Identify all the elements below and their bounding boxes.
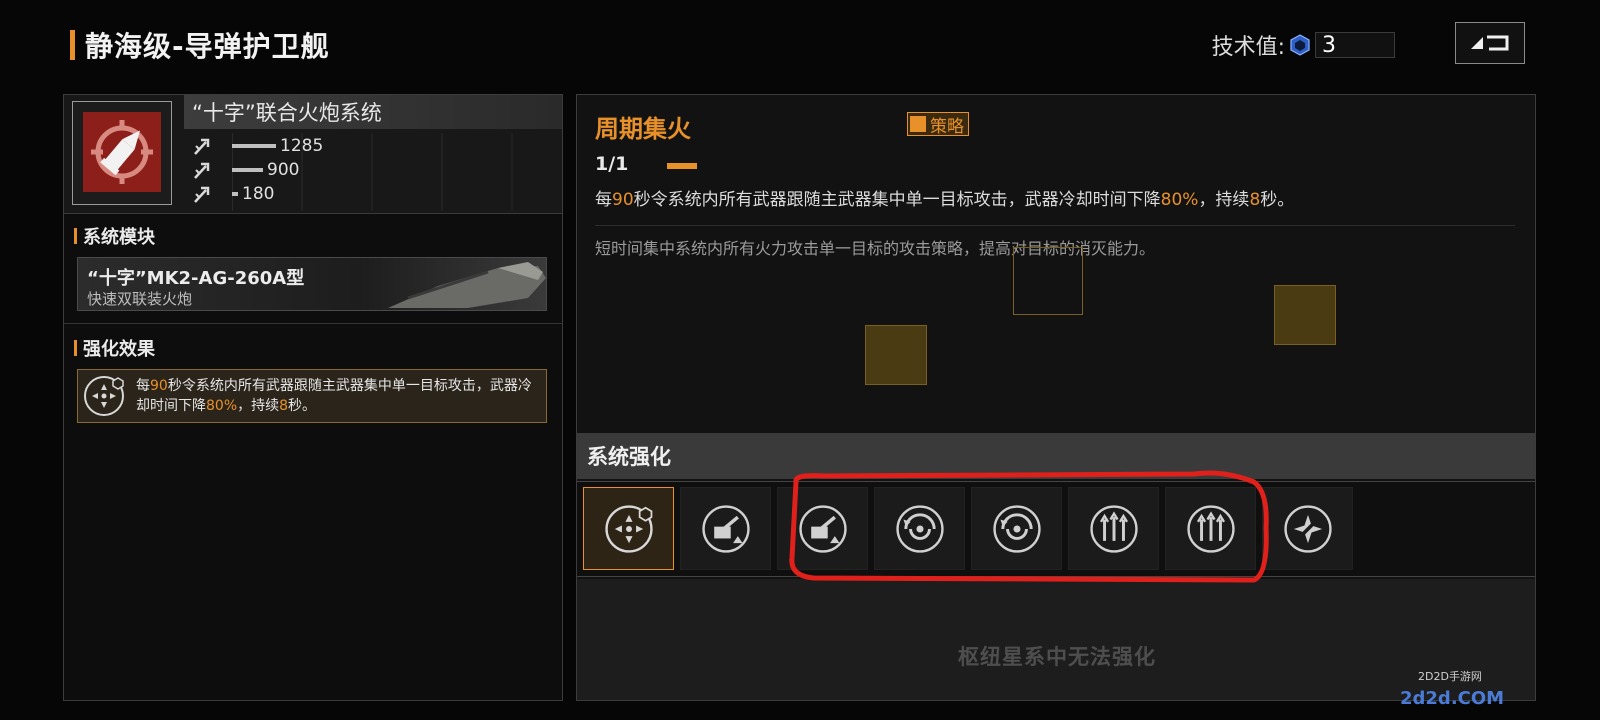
stat-row-2: 900 [192,159,299,181]
strike-icon [194,186,210,203]
skill-level-bar [667,163,697,169]
effect-section-label: 强化效果 [83,339,155,360]
locked-message: 枢纽星系中无法强化 [958,645,1156,669]
stat-bar [232,168,263,172]
cannon-upgrade-icon [701,504,750,553]
enhance-slot-1[interactable] [583,487,674,570]
strike-icon [194,138,210,155]
enhance-effect-card: 每90秒令系统内所有武器跟随主武器集中单一目标攻击，武器冷却时间下降80%，持续… [77,369,547,423]
skill-level: 1/1 [595,153,629,175]
enhance-slot-8[interactable] [1262,487,1353,570]
strike-icon [194,162,210,179]
skill-divider [595,225,1515,226]
module-name: “十字”MK2-AG-260A型 [87,268,305,289]
tech-point-icon [1290,34,1310,56]
stat-bar [232,192,238,196]
enhance-section-title: 系统强化 [587,445,671,469]
red-annotation-outline [789,470,1269,583]
module-section-title: 系统模块 [74,223,155,249]
locked-area [577,579,1535,700]
enhance-slot-2[interactable] [680,487,771,570]
stat-bar [232,144,276,148]
back-arrow-icon [1471,35,1509,51]
effect-description: 每90秒令系统内所有武器跟随主武器集中单一目标攻击，武器冷却时间下降80%，持续… [136,378,532,414]
decorative-square [1274,285,1336,345]
skill-detail-panel: 周期集火 策略 1/1 每90秒令系统内所有武器跟随主武器集中单一目标攻击，武器… [576,94,1536,701]
title-accent-bar [70,30,75,60]
skill-effect-text: 每90秒令系统内所有武器跟随主武器集中单一目标攻击，武器冷却时间下降80%，持续… [595,190,1295,210]
section-tick [74,228,77,244]
module-section-label: 系统模块 [83,227,155,248]
weapon-info-panel: “十字”联合火炮系统 1285 900 180 系统模块 “十字”MK2-AG-… [63,94,563,701]
cannon-turret-image [388,262,546,308]
weapon-card: “十字”联合火炮系统 1285 900 180 [64,95,562,214]
focus-fire-icon [604,504,653,553]
stat-row-1: 1285 [192,135,323,157]
stat-value: 180 [242,184,275,204]
system-module-card[interactable]: “十字”MK2-AG-260A型 快速双联装火炮 [77,257,547,311]
stat-value: 900 [267,160,300,180]
watermark-logo: 2d2d.COM [1400,688,1505,709]
title-bar: 静海级-导弹护卫舰 [70,28,330,63]
module-description: 快速双联装火炮 [87,290,193,308]
weapon-name: “十字”联合火炮系统 [192,101,382,125]
skill-type-badge: 策略 [907,112,969,137]
page-title: 静海级-导弹护卫舰 [85,30,330,63]
stat-row-3: 180 [192,183,274,205]
tech-value: 3 [1322,32,1336,58]
focus-fire-icon [84,376,124,416]
watermark-text: 2D2D手游网 [1418,670,1482,683]
tech-value-box: 3 [1315,32,1395,58]
weapon-name-bar: “十字”联合火炮系统 [184,95,562,129]
section-tick [74,340,77,356]
stat-value: 1285 [280,136,324,156]
weapon-icon-frame[interactable] [72,101,172,205]
skill-name: 周期集火 [595,115,691,143]
cannon-shell-icon [91,120,153,184]
tech-label: 技术值: [1211,35,1285,60]
section-divider [64,323,562,324]
skill-type-label: 策略 [930,116,964,137]
strategy-icon [910,116,926,132]
tech-value-display: 技术值: 3 [1212,30,1395,60]
burst-icon [1283,504,1332,553]
decorative-square [1013,247,1083,315]
decorative-square [865,325,927,385]
weapon-icon-background [83,112,161,192]
back-button[interactable] [1455,22,1525,64]
effect-section-title: 强化效果 [74,335,155,361]
